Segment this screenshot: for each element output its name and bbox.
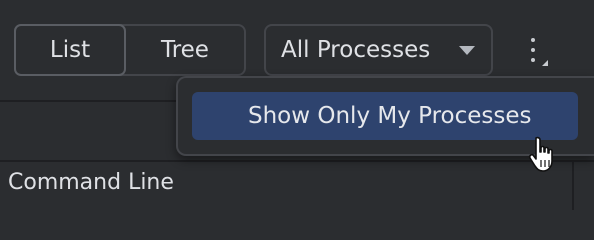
chevron-down-icon bbox=[459, 46, 475, 55]
more-vertical-icon-dot bbox=[531, 48, 535, 52]
list-view-label: List bbox=[49, 37, 91, 63]
list-view-button[interactable]: List bbox=[14, 24, 126, 76]
tree-view-label: Tree bbox=[161, 37, 209, 63]
dropdown-corner-icon bbox=[542, 60, 548, 66]
process-filter-value: All Processes bbox=[281, 37, 431, 63]
view-mode-toggle: List Tree bbox=[14, 24, 246, 76]
process-filter-dropdown[interactable]: All Processes bbox=[264, 24, 493, 76]
column-header-command-line[interactable]: Command Line bbox=[8, 170, 174, 195]
process-list-panel: List Tree All Processes Command Line Sho… bbox=[0, 0, 594, 210]
hand-pointer-icon bbox=[528, 136, 553, 172]
menu-item-show-only-my-processes[interactable]: Show Only My Processes bbox=[192, 92, 578, 140]
column-resize-handle[interactable] bbox=[572, 162, 574, 210]
more-vertical-icon bbox=[531, 38, 535, 42]
more-vertical-icon-dot bbox=[531, 58, 535, 62]
menu-item-label: Show Only My Processes bbox=[248, 103, 532, 129]
tree-view-button[interactable]: Tree bbox=[126, 26, 244, 74]
more-options-button[interactable] bbox=[520, 34, 550, 74]
